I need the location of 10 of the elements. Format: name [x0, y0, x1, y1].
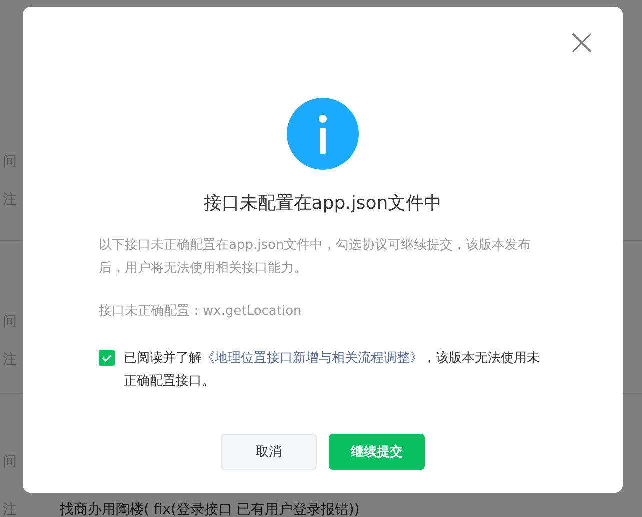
agreement-link[interactable]: 《地理位置接口新增与相关流程调整》 [202, 351, 423, 366]
cancel-button[interactable]: 取消 [221, 434, 317, 470]
agreement-checkbox[interactable] [99, 350, 115, 366]
dialog-title: 接口未配置在app.json文件中 [202, 192, 444, 216]
config-notice: 接口未正确配置：wx.getLocation [99, 303, 303, 321]
dialog-description: 以下接口未正确配置在app.json文件中，勾选协议可继续提交，该版本发布后，用户将无法使用相关接口能力。 [99, 237, 532, 278]
close-icon[interactable] [572, 33, 592, 53]
field-value: 找商办用陶楼( fix(登录接口 已有用户登录报错)) [60, 501, 360, 517]
agreement-text: 已阅读并了解《地理位置接口新增与相关流程调整》，该版本无法使用未正确配置接口。 [124, 350, 541, 391]
info-icon [287, 98, 359, 170]
